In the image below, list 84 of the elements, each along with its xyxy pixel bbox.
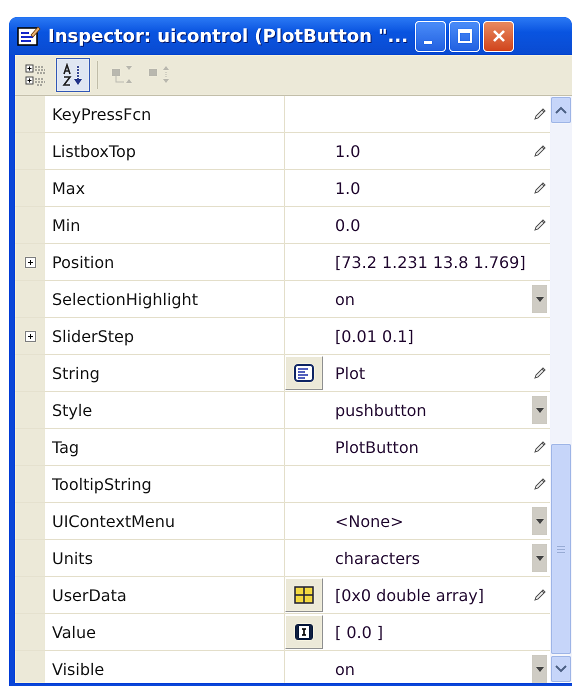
property-name: Min [52,216,80,234]
property-name: Position [52,252,114,272]
dropdown-button[interactable] [532,507,547,535]
property-name: Max [52,178,86,198]
property-name: Units [52,548,93,568]
property-row[interactable]: UserData [0x0 double array] [15,577,550,614]
property-name: ListboxTop [52,142,136,160]
close-button[interactable] [483,20,514,52]
property-value[interactable]: on [335,660,355,678]
caret-icon [536,518,544,524]
property-value[interactable]: 1.0 [335,178,360,198]
expand-icon[interactable] [24,256,36,268]
property-value[interactable]: pushbutton [335,400,427,420]
minimize-button[interactable] [415,20,446,52]
pencil-icon[interactable] [533,366,547,380]
dropdown-button[interactable] [532,285,547,313]
property-row[interactable]: Min 0.0 [15,207,550,244]
property-name: UIContextMenu [52,512,176,530]
expand-icon[interactable] [24,330,36,342]
pencil-icon[interactable] [533,440,547,454]
property-row[interactable]: KeyPressFcn [15,96,550,133]
property-value[interactable]: characters [335,548,420,568]
chevron-up-icon[interactable] [555,106,567,114]
property-row[interactable]: Tag PlotButton [15,429,550,466]
array-editor-button[interactable] [285,615,323,649]
caret-icon [536,556,544,560]
property-value[interactable]: 0.0 [335,216,360,234]
property-name: Visible [52,660,104,678]
text-editor-button[interactable] [285,356,323,390]
property-name: SliderStep [52,326,134,346]
property-value[interactable]: <None> [335,512,404,530]
property-name: UserData [52,586,127,604]
property-row[interactable]: Position [73.2 1.231 13.8 1.769] [15,244,550,281]
caret-icon [536,666,544,672]
grid-icon [294,586,314,604]
pencil-icon[interactable] [533,144,547,158]
property-value[interactable]: [0.01 0.1] [335,326,414,346]
property-name: SelectionHighlight [52,290,198,308]
caret-icon [536,296,544,302]
property-value[interactable]: PlotButton [335,438,419,456]
maximize-button[interactable] [449,20,480,52]
property-row[interactable]: String Plot [15,355,550,392]
tree-list-icon [24,63,48,87]
property-row[interactable]: SelectionHighlight on [15,281,550,318]
property-value[interactable]: [ 0.0 ] [335,622,384,642]
property-row[interactable]: TooltipString [15,466,550,503]
property-row[interactable]: Style pushbutton [15,392,550,429]
property-value[interactable]: [73.2 1.231 13.8 1.769] [335,252,526,272]
pencil-icon[interactable] [533,181,547,195]
pencil-icon[interactable] [533,218,547,232]
sort-icon [61,63,85,87]
minimize-icon [424,40,432,44]
property-name: Tag [52,438,80,456]
property-row[interactable]: Max 1.0 [15,170,550,207]
property-name: String [52,364,100,382]
property-row[interactable]: UIContextMenu <None> [15,503,550,540]
pencil-icon[interactable] [533,588,547,602]
grip-icon [557,546,565,552]
property-row[interactable]: ListboxTop 1.0 [15,133,550,170]
caret-icon [536,408,544,412]
property-value[interactable]: Plot [335,364,366,382]
pencil-icon[interactable] [533,107,547,121]
property-value[interactable]: [0x0 double array] [335,586,484,604]
inspector-icon [17,25,41,47]
array-icon [294,623,314,641]
property-name: TooltipString [52,474,152,494]
text-lines-icon [294,364,314,382]
vertical-scrollbar[interactable] [550,96,572,683]
dropdown-button[interactable] [532,396,547,424]
sort-button[interactable] [56,58,90,92]
property-name: Value [52,622,96,642]
property-name: Style [52,400,92,420]
property-name: KeyPressFcn [52,104,152,124]
property-row[interactable]: Value [ 0.0 ] [15,614,550,651]
chevron-down-icon[interactable] [555,665,567,673]
property-row[interactable]: SliderStep [0.01 0.1] [15,318,550,355]
dropdown-button[interactable] [532,544,547,572]
matrix-editor-button[interactable] [285,578,323,612]
property-value[interactable]: 1.0 [335,142,360,160]
property-row[interactable]: Units characters [15,540,550,577]
pencil-icon[interactable] [533,477,547,491]
dropdown-button[interactable] [532,655,547,683]
window-title: Inspector: uicontrol (PlotButton "... [48,26,408,46]
property-value[interactable]: on [335,290,355,308]
